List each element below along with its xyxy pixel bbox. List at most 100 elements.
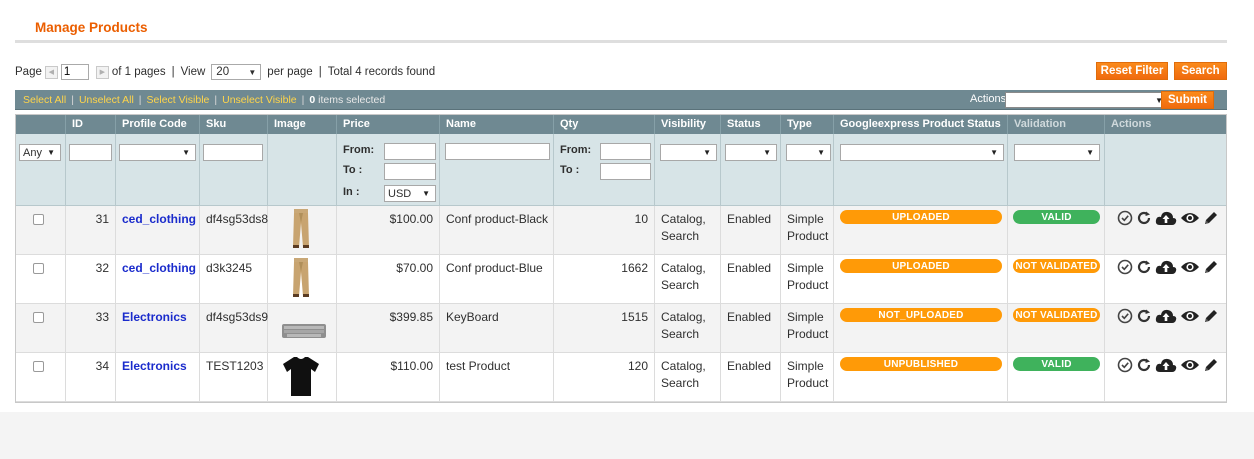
upload-cloud-icon[interactable] [1155,259,1177,275]
row-sku: df4sg53ds9 [206,310,269,324]
profile-code-link[interactable]: ced_clothing [122,212,196,226]
row-select-checkbox[interactable] [33,312,44,323]
header-sku[interactable]: Sku [200,115,268,134]
table-row[interactable]: 34 Electronics TEST1203 $110.00 test Product… [16,353,1226,402]
header-price[interactable]: Price [337,115,440,134]
checkbox-cell [16,206,66,255]
select-visible-link[interactable]: Select Visible [147,94,210,106]
status-cell: Enabled [721,206,781,255]
header-visibility[interactable]: Visibility [655,115,721,134]
gx-status-filter-select[interactable]: ▼ [840,144,1004,161]
unselect-visible-link[interactable]: Unselect Visible [222,94,297,106]
checkbox-cell [16,353,66,402]
of-pages-text: of 1 pages [111,66,166,78]
header-id[interactable]: ID [66,115,116,134]
row-action-icons [1117,357,1219,373]
name-filter-input[interactable] [445,143,550,160]
header-type[interactable]: Type [781,115,834,134]
profile-code-link[interactable]: Electronics [122,310,187,324]
image-cell [268,206,337,255]
profile-code-cell: Electronics [116,353,200,402]
row-select-checkbox[interactable] [33,214,44,225]
sync-refresh-icon[interactable] [1136,259,1152,275]
table-row[interactable]: 32 ced_clothing d3k3245 $70.00 Conf product-… [16,255,1226,304]
visibility-filter-select[interactable]: ▼ [660,144,717,161]
next-page-icon[interactable]: ▶ [95,65,109,79]
per-page-select[interactable]: 20 ▼ [211,64,262,80]
status-cell: Enabled [721,255,781,304]
sync-refresh-icon[interactable] [1136,308,1152,324]
table-row[interactable]: 33 Electronics df4sg53ds9 $399.85 KeyBoard 15… [16,304,1226,353]
qty-cell: 1662 [554,255,655,304]
validate-check-icon[interactable] [1117,210,1133,226]
type-cell: Simple Product [781,255,834,304]
header-validation: Validation [1008,115,1105,134]
row-visibility-line2: Search [661,229,700,243]
row-status: Enabled [727,359,772,373]
sku-cell: df4sg53ds9 [200,304,268,353]
search-button[interactable]: Search [1174,62,1227,80]
submit-button[interactable]: Submit [1161,91,1214,109]
qty-from-input[interactable] [600,143,651,160]
gx-status-cell: UNPUBLISHED [834,353,1008,402]
mass-actions-select[interactable]: ▼ [1005,92,1170,108]
validation-badge: NOT VALIDATED [1013,259,1100,273]
unselect-all-link[interactable]: Unselect All [79,94,134,106]
prev-page-icon[interactable]: ◀ [44,65,58,79]
view-eye-icon[interactable] [1180,210,1200,226]
header-image: Image [268,115,337,134]
price-from-input[interactable] [384,143,436,160]
sku-filter-input[interactable] [203,144,263,161]
price-to-input[interactable] [384,163,436,180]
row-visibility-line2: Search [661,327,700,341]
upload-cloud-icon[interactable] [1155,357,1177,373]
validate-check-icon[interactable] [1117,259,1133,275]
page-number-input[interactable] [60,64,89,80]
row-id: 33 [95,310,109,324]
reset-filter-button[interactable]: Reset Filter [1096,62,1168,80]
validate-check-icon[interactable] [1117,357,1133,373]
currency-select[interactable]: USD ▼ [384,185,436,202]
row-select-checkbox[interactable] [33,361,44,372]
khaki-pants-product-image [281,256,321,303]
header-profile-code[interactable]: Profile Code [116,115,200,134]
validate-check-icon[interactable] [1117,308,1133,324]
status-filter-select[interactable]: ▼ [725,144,777,161]
edit-pencil-icon[interactable] [1203,308,1219,324]
sync-refresh-icon[interactable] [1136,210,1152,226]
row-price: $110.00 [390,359,434,373]
header-gx-status[interactable]: Googleexpress Product Status [834,115,1008,134]
edit-pencil-icon[interactable] [1203,210,1219,226]
edit-pencil-icon[interactable] [1203,357,1219,373]
upload-cloud-icon[interactable] [1155,210,1177,226]
header-qty[interactable]: Qty [554,115,655,134]
header-actions: Actions [1111,118,1152,130]
row-select-checkbox[interactable] [33,263,44,274]
view-eye-icon[interactable] [1180,259,1200,275]
qty-to-input[interactable] [600,163,651,180]
row-id: 34 [95,359,109,373]
table-row[interactable]: 31 ced_clothing df4sg53ds8 $100.00 Conf prod… [16,206,1226,255]
sync-refresh-icon[interactable] [1136,357,1152,373]
profile-code-link[interactable]: ced_clothing [122,261,196,275]
chevron-down-icon: ▼ [817,148,825,157]
validation-filter-select[interactable]: ▼ [1014,144,1100,161]
upload-cloud-icon[interactable] [1155,308,1177,324]
view-eye-icon[interactable] [1180,308,1200,324]
select-all-link[interactable]: Select All [23,94,66,106]
filter-price-cell: From: To : In : USD ▼ [337,134,440,206]
header-name[interactable]: Name [440,115,554,134]
view-eye-icon[interactable] [1180,357,1200,373]
price-in-label: In : [343,186,360,198]
gx-status-badge: NOT_UPLOADED [840,308,1002,322]
type-cell: Simple Product [781,304,834,353]
row-action-icons [1117,308,1219,324]
id-filter-input[interactable] [69,144,112,161]
row-name: KeyBoard [446,310,499,324]
massaction-filter-select[interactable]: Any ▼ [19,144,61,161]
profile-code-link[interactable]: Electronics [122,359,187,373]
header-status[interactable]: Status [721,115,781,134]
type-filter-select[interactable]: ▼ [786,144,831,161]
profile-code-filter-select[interactable]: ▼ [119,144,196,161]
edit-pencil-icon[interactable] [1203,259,1219,275]
